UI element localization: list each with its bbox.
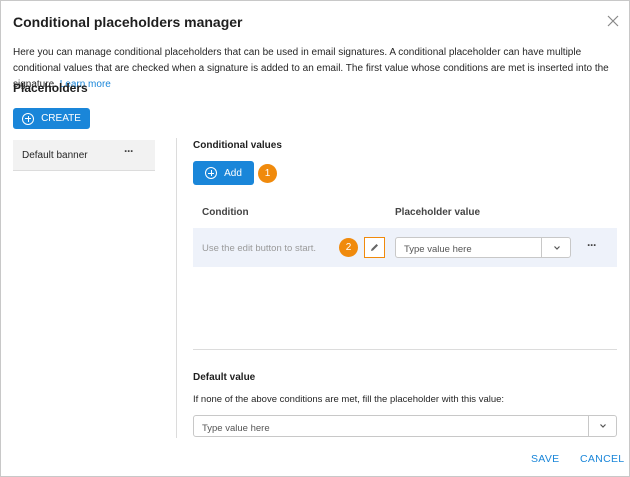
dialog-title: Conditional placeholders manager bbox=[13, 14, 243, 30]
default-value-combobox[interactable]: Type value here bbox=[193, 415, 617, 437]
cancel-button[interactable]: CANCEL bbox=[580, 453, 624, 465]
plus-circle-icon bbox=[22, 112, 35, 125]
pencil-icon bbox=[371, 244, 378, 251]
vertical-divider bbox=[176, 138, 177, 438]
save-button[interactable]: SAVE bbox=[531, 453, 559, 465]
create-button[interactable]: CREATE bbox=[13, 108, 90, 129]
add-button-label: Add bbox=[224, 167, 242, 179]
add-button[interactable]: Add bbox=[193, 161, 254, 185]
chevron-down-icon[interactable] bbox=[589, 416, 617, 436]
condition-column-header: Condition bbox=[202, 207, 249, 218]
step-badge-2: 2 bbox=[339, 238, 358, 257]
placeholder-value-combobox[interactable]: Type value here bbox=[395, 237, 571, 258]
placeholder-list-item[interactable]: Default banner ··· bbox=[13, 140, 155, 171]
conditional-values-heading: Conditional values bbox=[193, 140, 282, 151]
table-row: Use the edit button to start. Type value… bbox=[193, 228, 617, 267]
row-more-options-icon[interactable]: ··· bbox=[587, 238, 597, 252]
conditional-placeholders-dialog: Conditional placeholders manager Here yo… bbox=[0, 0, 630, 477]
placeholder-value-input[interactable]: Type value here bbox=[404, 244, 472, 255]
horizontal-divider bbox=[193, 349, 617, 350]
placeholders-heading: Placeholders bbox=[13, 81, 88, 95]
chevron-down-icon[interactable] bbox=[542, 238, 571, 257]
edit-button[interactable] bbox=[364, 237, 385, 258]
placeholder-value-column-header: Placeholder value bbox=[395, 207, 481, 218]
dialog-description: Here you can manage conditional placehol… bbox=[13, 45, 619, 93]
close-icon[interactable] bbox=[605, 13, 621, 29]
plus-circle-icon bbox=[205, 167, 218, 179]
create-button-label: CREATE bbox=[41, 113, 81, 124]
default-value-input[interactable]: Type value here bbox=[202, 423, 270, 434]
default-value-heading: Default value bbox=[193, 372, 256, 383]
default-value-description: If none of the above conditions are met,… bbox=[193, 394, 505, 405]
condition-hint: Use the edit button to start. bbox=[202, 243, 317, 254]
step-badge-1: 1 bbox=[258, 164, 277, 183]
placeholder-name: Default banner bbox=[22, 150, 88, 161]
more-options-icon[interactable]: ··· bbox=[124, 144, 134, 158]
